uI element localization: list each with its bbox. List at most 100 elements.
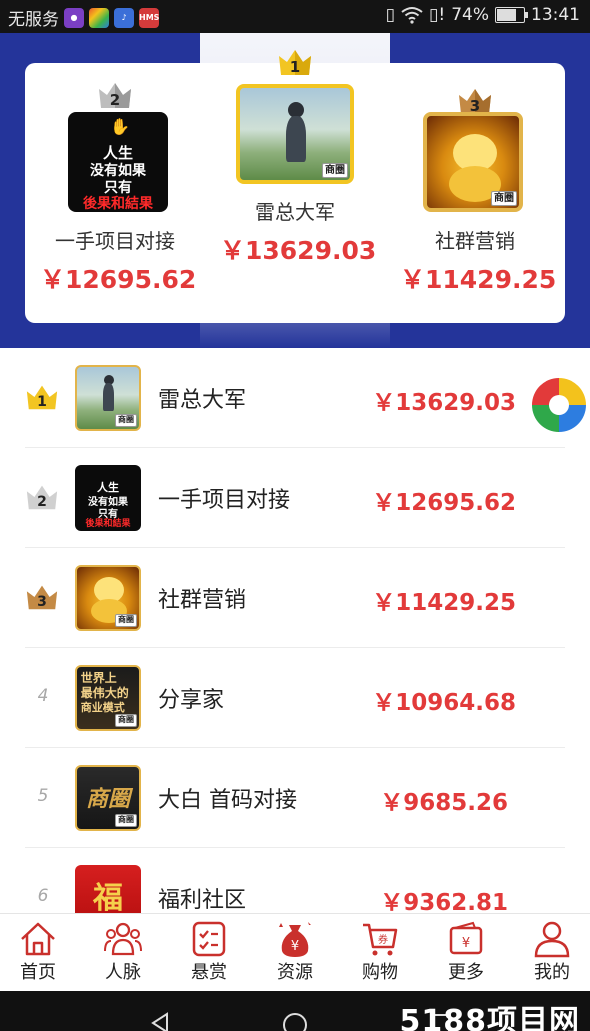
rank-number: 2 [37, 494, 47, 510]
tab-more[interactable]: ¥ 更多 [424, 914, 508, 992]
avatar-text-line1: 世界上 [80, 671, 117, 685]
bronze-crown-icon: 3 [457, 87, 493, 115]
merchant-tag: 商圈 [322, 163, 348, 178]
user-icon [534, 921, 570, 958]
money-bag-icon: ¥ [279, 922, 311, 957]
avatar[interactable]: ✋ 人生 没有如果 只有 後果和結果 [68, 112, 168, 212]
tab-profile[interactable]: 我的 [510, 914, 590, 992]
list-item[interactable]: 2 人生 没有如果 只有 後果和結果 一手项目对接 ￥12695.62 [0, 448, 590, 548]
home-circle-icon[interactable] [280, 1011, 310, 1031]
bronze-crown-icon: 3 [25, 583, 59, 611]
list-item[interactable]: 3 商圈 社群营销 ￥11429.25 [0, 548, 590, 648]
tab-label: 资源 [277, 962, 313, 983]
list-item[interactable]: 5 商圈 商圈 大白 首码对接 ￥9685.26 [0, 748, 590, 848]
avatar[interactable]: 商圈 [423, 112, 523, 212]
tab-contacts[interactable]: 人脉 [81, 914, 165, 992]
tab-label: 更多 [448, 962, 484, 983]
bottom-tab-bar: 首页 人脉 悬赏 ¥ 资源 券 购物 ¥ 更多 我的 [0, 913, 590, 991]
status-right: ▯ ▯! 74% 13:41 [386, 5, 580, 25]
list-item-name: 大白 首码对接 [158, 788, 297, 813]
silver-crown-icon: 2 [25, 483, 59, 511]
tab-label: 人脉 [105, 962, 141, 983]
list-item-amount: ￥9362.81 [380, 890, 508, 916]
avatar: 商圈 商圈 [75, 765, 141, 831]
podium-name: 一手项目对接 [55, 229, 175, 253]
tab-label: 悬赏 [191, 962, 227, 983]
avatar: 人生 没有如果 只有 後果和結果 [75, 465, 141, 531]
tab-resources[interactable]: ¥ 资源 [253, 914, 337, 992]
list-item-name: 雷总大军 [158, 388, 247, 413]
avatar-text-line3: 商业模式 [80, 701, 125, 714]
floating-logo-icon[interactable] [529, 375, 589, 435]
list-item-amount: ￥13629.03 [372, 390, 516, 416]
avatar[interactable]: 商圈 [236, 84, 354, 184]
list-item-name: 社群营销 [158, 588, 247, 613]
list-item-amount: ￥10964.68 [372, 690, 516, 716]
watermark: 5188项目网 [399, 1004, 580, 1031]
podium-rank-2[interactable]: 2 ✋ 人生 没有如果 只有 後果和結果 一手项目对接 ￥12695.62 [40, 63, 197, 323]
gold-crown-icon: 1 [277, 48, 313, 76]
merchant-tag: 商圈 [115, 714, 137, 727]
merchant-tag: 商圈 [115, 614, 137, 627]
svg-text:¥: ¥ [462, 936, 470, 951]
list-item-name: 分享家 [158, 688, 225, 713]
list-item[interactable]: 4 世界上 最伟大的 商业模式 商圈 分享家 ￥10964.68 [0, 648, 590, 748]
contacts-icon [104, 922, 142, 956]
carrier-text: 无服务 [8, 10, 59, 30]
merchant-tag: 商圈 [115, 414, 137, 427]
back-icon[interactable] [145, 1011, 175, 1031]
rank-number: 5 [37, 786, 49, 806]
app-icon-hms: HMS [139, 7, 159, 28]
battery-fill [497, 9, 516, 21]
silver-crown-icon: 2 [97, 81, 133, 109]
podium-card: 2 ✋ 人生 没有如果 只有 後果和結果 一手项目对接 ￥12695.62 1 … [25, 50, 565, 323]
avatar-text: 福 [93, 881, 123, 916]
battery-percent: 74% [451, 5, 489, 25]
podium-rank-number: 1 [289, 58, 301, 76]
merchant-tag: 商圈 [115, 814, 137, 827]
list-item-amount: ￥9685.26 [380, 790, 508, 816]
tab-shopping[interactable]: 券 购物 [338, 914, 422, 992]
shopping-cart-icon: 券 [363, 923, 398, 956]
podium-name: 社群营销 [435, 229, 515, 253]
avatar-text-line4: 後果和結果 [83, 196, 153, 212]
list-item-amount: ￥12695.62 [372, 490, 516, 516]
task-list-icon [192, 921, 226, 957]
photo-person-body [286, 116, 306, 162]
status-bar: 无服务 ● ♪ HMS ▯ ▯! 74% 13:41 [0, 0, 590, 33]
podium-amount: ￥13629.03 [220, 236, 377, 265]
list-item-name: 福利社区 [158, 888, 247, 913]
podium-rank-1[interactable]: 1 商圈 雷总大军 ￥13629.03 [220, 48, 377, 308]
tab-label: 首页 [20, 962, 56, 983]
rank-number: 6 [37, 886, 49, 906]
list-item[interactable]: 1 商圈 雷总大军 ￥13629.03 [0, 348, 590, 448]
podium-name: 雷总大军 [255, 200, 335, 224]
vibrate-icon: ▯ [385, 5, 396, 25]
rank-number: 4 [37, 686, 49, 706]
avatar: 世界上 最伟大的 商业模式 商圈 [75, 665, 141, 731]
app-icon-purple: ● [64, 7, 84, 28]
podium-amount: ￥12695.62 [40, 265, 197, 294]
battery-icon [495, 7, 528, 23]
podium-rank-3[interactable]: 3 商圈 社群营销 ￥11429.25 [400, 63, 556, 323]
rank-number: 3 [37, 594, 47, 610]
gold-crown-icon: 1 [25, 383, 59, 411]
sim-alert-icon: ▯! [429, 5, 446, 25]
svg-text:¥: ¥ [291, 939, 299, 954]
tab-home[interactable]: 首页 [0, 914, 80, 992]
status-left: 无服务 ● ♪ HMS [8, 5, 159, 30]
middle-finger-icon: ✋ [110, 117, 130, 136]
tab-label: 我的 [534, 962, 570, 983]
avatar-text-line4: 後果和結果 [85, 519, 131, 529]
merchant-tag: 商圈 [491, 191, 517, 206]
avatar: 商圈 [75, 365, 141, 431]
rank-number: 1 [37, 394, 47, 410]
avatar-text-line2: 最伟大的 [80, 686, 129, 700]
clock: 13:41 [531, 5, 580, 25]
app-icon-music: ♪ [114, 7, 134, 28]
svg-text:券: 券 [378, 933, 388, 946]
wifi-icon [401, 7, 423, 24]
app-icon-multicolor [89, 7, 109, 28]
list-item-name: 一手项目对接 [158, 488, 291, 513]
tab-bounty[interactable]: 悬赏 [167, 914, 251, 992]
